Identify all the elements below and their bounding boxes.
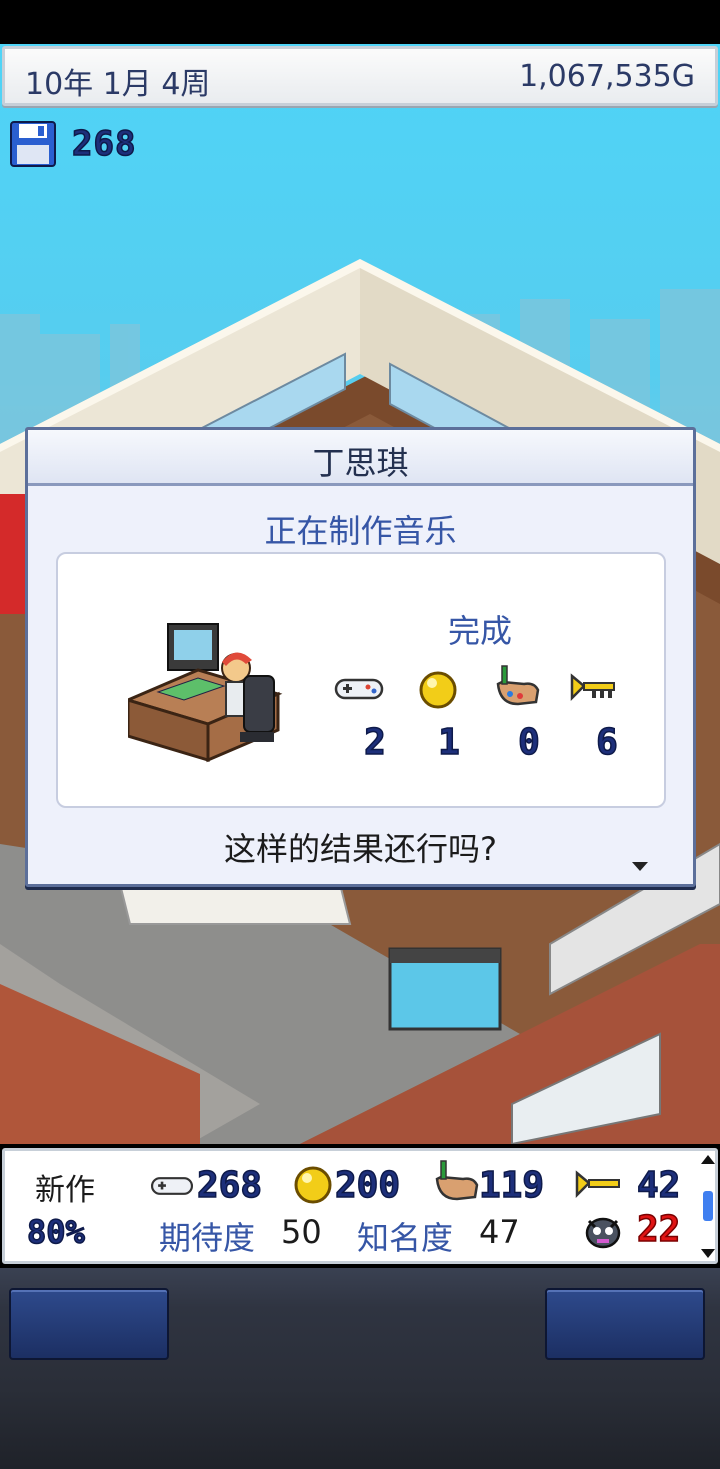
project-info-bar[interactable]: 新作 80% 268 200 119 42 期待度 50 知名度 47 22 <box>2 1148 718 1264</box>
stat-creativity-value: 1 <box>437 721 460 764</box>
result-label: 完成 <box>448 612 513 650</box>
expectation-label: 期待度 <box>159 1219 256 1257</box>
gold-orb-icon <box>418 670 458 714</box>
stat-sound-value: 6 <box>595 721 618 764</box>
info-graphics-value: 119 <box>478 1164 545 1207</box>
confirm-question: 这样的结果还行吗? <box>224 830 497 868</box>
paint-palette-icon <box>494 664 540 710</box>
scroll-down-icon[interactable] <box>701 1249 715 1258</box>
info-creativity-value: 200 <box>334 1164 401 1207</box>
trumpet-icon <box>570 672 616 708</box>
scroll-thumb[interactable] <box>703 1191 713 1221</box>
development-progress: 80% <box>26 1212 85 1252</box>
trumpet-icon <box>575 1169 621 1205</box>
money-balance: 1,067,535G <box>519 59 695 94</box>
new-title-label: 新作 <box>35 1173 95 1208</box>
fame-value: 47 <box>479 1213 520 1251</box>
developer-at-desk-illustration <box>123 620 288 774</box>
scroll-up-icon[interactable] <box>701 1155 715 1164</box>
controller-icon <box>147 1173 197 1203</box>
fame-label: 知名度 <box>357 1219 454 1257</box>
bug-count: 22 <box>636 1208 681 1251</box>
result-panel: 完成 2 1 0 6 <box>56 552 666 808</box>
dialog-header: 丁思琪 <box>28 430 693 486</box>
continue-arrow-icon[interactable] <box>632 862 648 871</box>
right-menu-button[interactable] <box>545 1288 705 1360</box>
status-bar: 10年 1月 4周 1,067,535G <box>2 46 718 106</box>
bug-icon <box>583 1213 623 1253</box>
research-points-counter: 268 <box>10 120 136 168</box>
result-dialog[interactable]: 丁思琪 正在制作音乐 完成 2 1 0 6 这样的结果还行吗? <box>25 427 696 887</box>
controller-icon <box>334 674 384 708</box>
top-letterbox <box>0 0 720 44</box>
stat-fun-value: 2 <box>363 721 386 764</box>
floppy-disk-icon <box>10 121 56 167</box>
left-menu-button[interactable] <box>9 1288 169 1360</box>
stat-graphics-value: 0 <box>517 721 540 764</box>
info-scrollbar[interactable] <box>701 1155 717 1259</box>
game-date: 10年 1月 4周 <box>25 67 211 102</box>
expectation-value: 50 <box>281 1213 322 1251</box>
bottom-control-panel <box>0 1268 720 1469</box>
gold-orb-icon <box>293 1165 333 1209</box>
task-title: 正在制作音乐 <box>264 512 457 550</box>
info-sound-value: 42 <box>636 1164 681 1207</box>
paint-palette-icon <box>433 1159 479 1205</box>
research-points-value: 268 <box>71 123 137 165</box>
info-fun-value: 268 <box>196 1164 263 1207</box>
staff-name: 丁思琪 <box>312 444 409 482</box>
